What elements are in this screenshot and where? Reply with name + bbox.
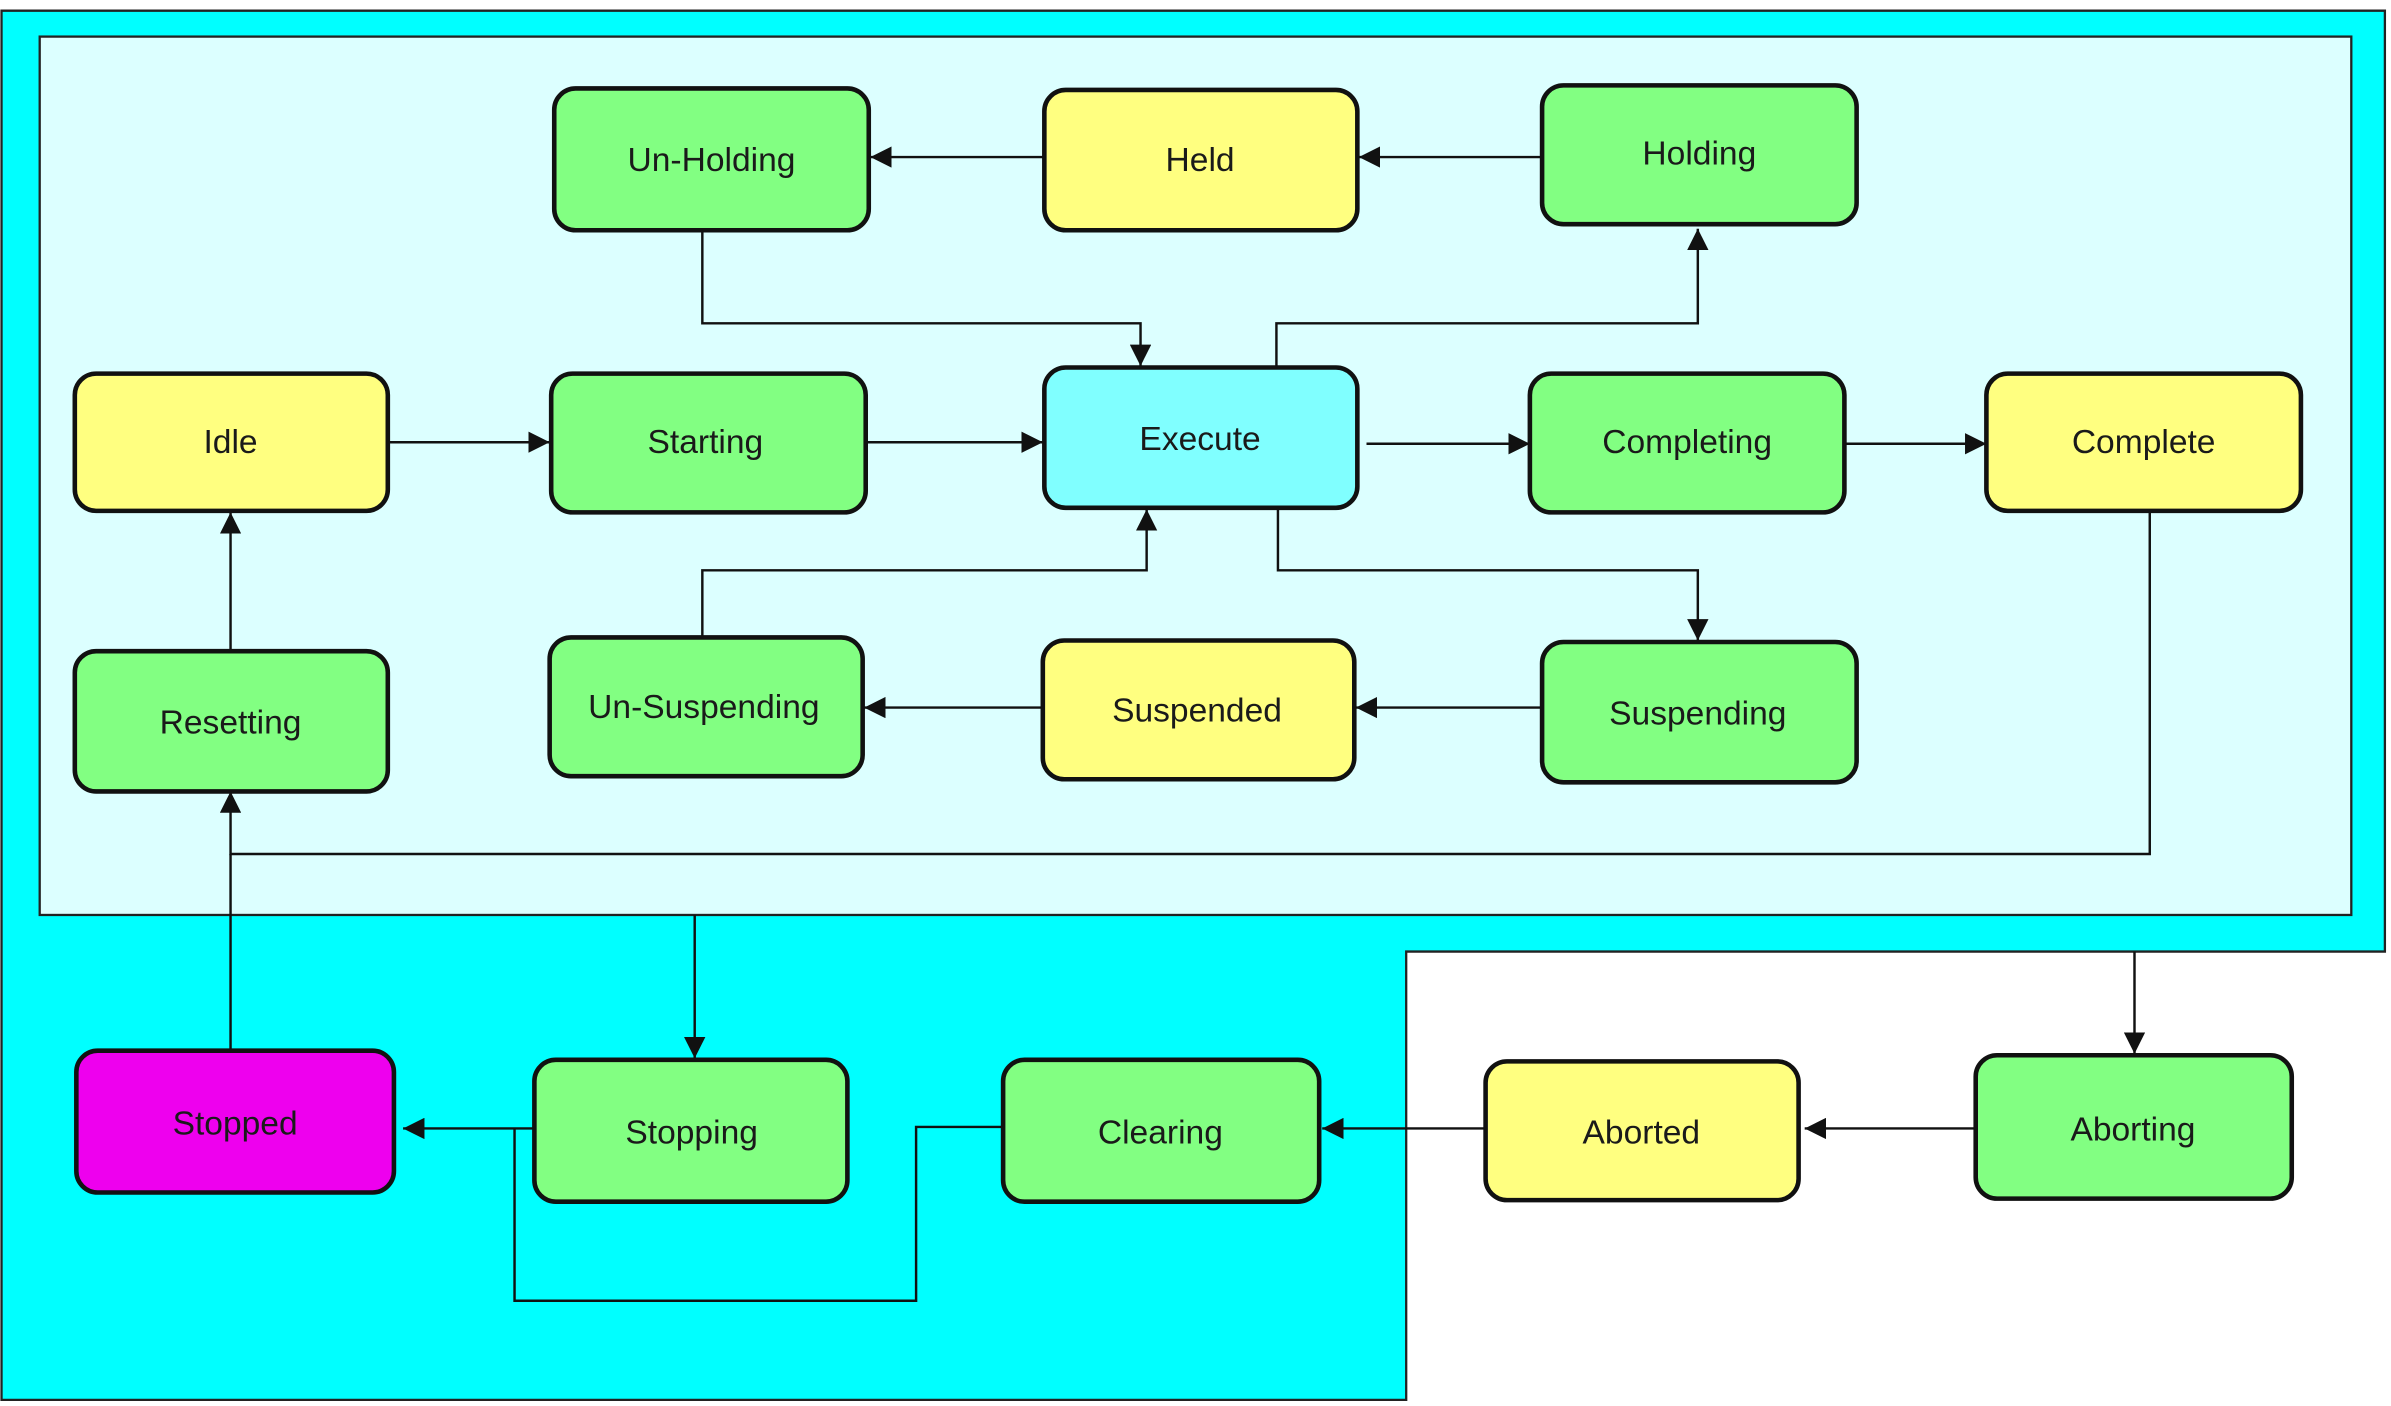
state-label: Holding bbox=[1642, 136, 1756, 173]
state-completing[interactable]: Completing bbox=[1527, 371, 1847, 515]
state-un-suspending[interactable]: Un-Suspending bbox=[547, 635, 865, 779]
state-label: Stopped bbox=[173, 1106, 298, 1143]
state-un-holding[interactable]: Un-Holding bbox=[551, 86, 872, 233]
state-aborting[interactable]: Aborting bbox=[1973, 1052, 2295, 1201]
state-label: Complete bbox=[2072, 424, 2216, 461]
state-resetting[interactable]: Resetting bbox=[72, 648, 391, 794]
state-execute[interactable]: Execute bbox=[1042, 365, 1360, 511]
state-stopping[interactable]: Stopping bbox=[532, 1057, 850, 1204]
state-label: Starting bbox=[648, 424, 764, 461]
state-label: Suspended bbox=[1112, 692, 1282, 729]
state-clearing[interactable]: Clearing bbox=[1000, 1057, 1322, 1204]
state-aborted[interactable]: Aborted bbox=[1483, 1059, 1801, 1203]
state-complete[interactable]: Complete bbox=[1984, 371, 2304, 514]
state-starting[interactable]: Starting bbox=[548, 371, 868, 515]
state-label: Stopping bbox=[625, 1115, 758, 1152]
state-label: Held bbox=[1166, 142, 1235, 179]
state-label: Resetting bbox=[160, 705, 302, 742]
state-label: Suspending bbox=[1609, 695, 1786, 732]
state-label: Un-Suspending bbox=[588, 689, 819, 726]
state-label: Clearing bbox=[1098, 1115, 1223, 1152]
state-label: Aborting bbox=[2070, 1112, 2195, 1149]
state-held[interactable]: Held bbox=[1042, 87, 1360, 233]
state-holding[interactable]: Holding bbox=[1539, 83, 1859, 227]
state-machine-diagram: Un-Holding Held Holding Idle Starting Ex… bbox=[0, 0, 2391, 1406]
state-label: Idle bbox=[203, 424, 257, 461]
state-suspended[interactable]: Suspended bbox=[1040, 638, 1357, 782]
state-suspending[interactable]: Suspending bbox=[1539, 639, 1859, 785]
state-label: Un-Holding bbox=[628, 142, 796, 179]
state-label: Aborted bbox=[1583, 1115, 1701, 1152]
state-label: Execute bbox=[1139, 421, 1260, 458]
state-label: Completing bbox=[1602, 424, 1772, 461]
state-idle[interactable]: Idle bbox=[72, 371, 391, 514]
state-stopped[interactable]: Stopped bbox=[74, 1048, 397, 1195]
